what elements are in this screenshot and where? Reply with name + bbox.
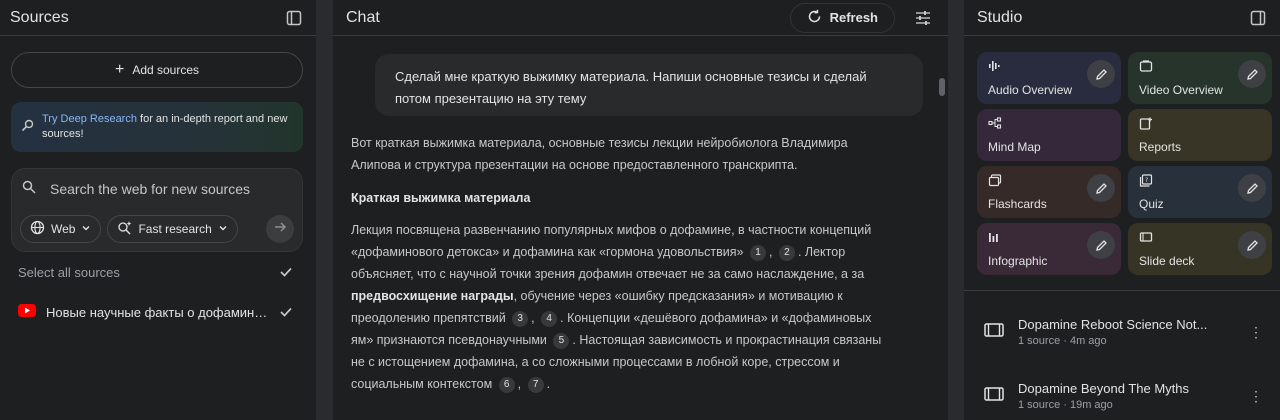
sparkle-search-icon [117,220,132,238]
tune-settings-icon[interactable] [911,6,935,30]
slides-icon [984,322,1004,343]
pencil-icon[interactable] [1238,60,1266,88]
youtube-icon [18,304,36,320]
studio-note-item[interactable]: Dopamine Beyond The Myths 1 source · 19m… [984,376,1264,416]
studio-title: Studio [977,8,1023,26]
answer-body: Лекция посвящена развенчанию популярных … [351,223,882,393]
note-text: Dopamine Reboot Science Not... 1 source … [1018,317,1234,347]
tile-label: Mind Map [988,140,1041,154]
mind-map-tile[interactable]: Mind Map [977,109,1121,161]
sources-header: Sources [0,0,316,36]
user-message: Сделай мне краткую выжимку материала. На… [375,54,923,116]
mode-chip-label: Fast research [138,222,212,236]
source-title: Новые научные факты о дофамине. ... [46,304,268,320]
video-overview-tile[interactable]: Video Overview [1128,52,1272,104]
pencil-icon[interactable] [1087,174,1115,202]
search-spark-icon [21,119,34,136]
more-options-icon[interactable]: ⋮ [1248,324,1264,341]
refresh-button[interactable]: Refresh [789,2,895,33]
citation-chip[interactable]: 2 [778,245,795,261]
chat-header: Chat Refresh [333,0,948,36]
citation-chip[interactable]: 5 [553,333,570,349]
pencil-icon[interactable] [1087,60,1115,88]
answer-heading: Краткая выжимка материала [351,191,531,205]
deep-research-banner[interactable]: Try Deep Research for an in-depth report… [11,102,303,152]
plus-icon: + [114,61,125,78]
submit-search-button[interactable] [266,215,294,243]
chat-title: Chat [346,8,380,26]
studio-header: Studio [964,0,1280,36]
note-text: Dopamine Beyond The Myths 1 source · 19m… [1018,381,1234,411]
select-all-label: Select all sources [18,264,120,280]
refresh-label: Refresh [829,10,878,25]
flashcards-tile[interactable]: Flashcards [977,166,1121,218]
chat-scrollbar[interactable] [939,78,945,96]
search-icon [22,180,36,199]
studio-tiles: Audio Overview Video Overview Mind Map R… [977,52,1272,275]
note-title: Dopamine Beyond The Myths [1018,381,1190,396]
add-sources-label: Add sources [132,63,200,77]
slides-icon [984,386,1004,407]
select-all-checkbox[interactable] [278,264,294,280]
more-options-icon[interactable]: ⋮ [1248,388,1264,405]
svg-text:?: ? [1145,177,1148,184]
tile-label: Quiz [1139,197,1164,211]
citation-chip[interactable]: 6 [498,377,515,393]
deep-research-text: Try Deep Research for an in-depth report… [42,112,293,142]
audio-overview-tile[interactable]: Audio Overview [977,52,1121,104]
studio-note-item[interactable]: Dopamine Reboot Science Not... 1 source … [984,312,1264,352]
web-search-box: Web Fast research [11,168,303,252]
add-sources-button[interactable]: + Add sources [11,52,303,88]
collapse-panel-icon[interactable] [282,6,306,30]
tile-label: Video Overview [1139,83,1223,97]
answer-text: . [546,377,551,391]
arrow-right-icon [273,220,287,239]
research-mode-dropdown[interactable]: Fast research [107,215,238,243]
citation-chip[interactable]: 1 [750,245,766,261]
web-chip-label: Web [51,222,76,236]
pencil-icon[interactable] [1238,174,1266,202]
note-title: Dopamine Reboot Science Not... [1018,317,1208,332]
tile-label: Reports [1139,140,1182,154]
sources-title: Sources [10,8,69,26]
chevron-down-icon [218,222,228,236]
answer-bold-text: предвосхищение награды [351,289,514,303]
note-meta: 1 source · 4m ago [1018,335,1107,347]
mindmap-icon [988,117,1110,131]
note-meta: 1 source · 19m ago [1018,399,1113,411]
pencil-icon[interactable] [1087,231,1115,259]
web-search-input[interactable] [50,181,292,197]
tile-label: Slide deck [1139,254,1195,268]
source-checkbox[interactable] [278,304,294,320]
chevron-down-icon [81,222,91,236]
citation-chip[interactable]: 3 [512,311,529,327]
web-source-dropdown[interactable]: Web [20,215,102,243]
refresh-icon [807,9,822,27]
reports-tile[interactable]: Reports [1128,109,1272,161]
infographic-tile[interactable]: Infographic [977,223,1121,275]
globe-icon [30,220,45,238]
studio-divider [964,290,1280,291]
assistant-answer: Вот краткая выжимка материала, основные … [351,132,891,406]
tile-label: Infographic [988,254,1048,268]
tile-label: Flashcards [988,197,1047,211]
quiz-tile[interactable]: ? Quiz [1128,166,1272,218]
studio-panel: Studio Audio Overview Video Overview Min… [964,0,1280,420]
sources-panel: Sources + Add sources Try Deep Research … [0,0,316,420]
collapse-panel-icon[interactable] [1246,6,1270,30]
answer-intro: Вот краткая выжимка материала, основные … [351,136,848,172]
chat-panel: Chat Refresh Сделай мне краткую выжимку … [333,0,948,420]
select-all-row: Select all sources [18,262,294,282]
slide-deck-tile[interactable]: Slide deck [1128,223,1272,275]
tile-label: Audio Overview [988,83,1073,97]
citation-chip[interactable]: 4 [541,311,558,327]
citation-chip[interactable]: 7 [527,377,544,393]
reports-icon [1139,117,1261,131]
source-item[interactable]: Новые научные факты о дофамине. ... [18,300,294,324]
deep-research-link[interactable]: Try Deep Research [42,113,137,125]
pencil-icon[interactable] [1238,231,1266,259]
